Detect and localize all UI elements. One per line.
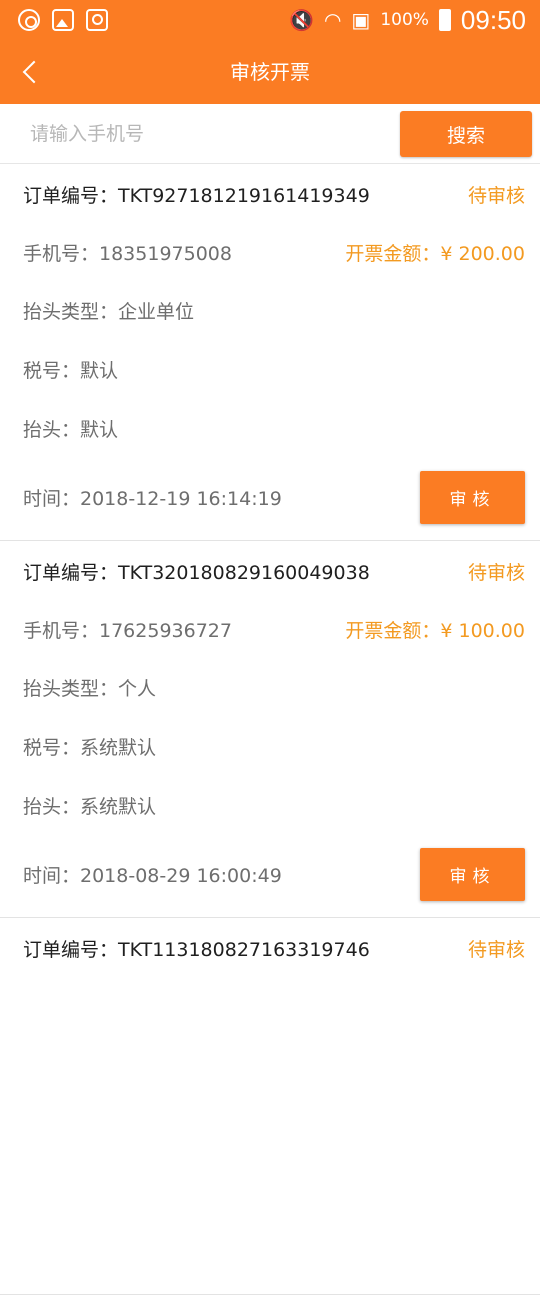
phone-row: 手机号：17625936727 开票金额：¥ 100.00: [23, 613, 525, 645]
search-bar: 搜索: [0, 104, 540, 164]
title-type: 抬头类型：个人: [23, 677, 157, 700]
tax-number: 税号：系统默认: [23, 736, 157, 759]
invoice-title: 抬头：系统默认: [23, 795, 157, 818]
order-card: 订单编号：TKT113180827163319746 待审核: [0, 918, 540, 1295]
title-type-row: 抬头类型：个人: [23, 671, 525, 703]
order-number: 订单编号：TKT927181219161419349: [23, 184, 370, 207]
order-number: 订单编号：TKT113180827163319746: [23, 938, 370, 961]
wifi-icon: ◠: [323, 8, 342, 32]
order-card: 订单编号：TKT927181219161419349 待审核 手机号：18351…: [0, 164, 540, 541]
phone-search-input[interactable]: [14, 112, 384, 156]
invoice-title-row: 抬头：默认: [23, 412, 525, 444]
invoice-title: 抬头：默认: [23, 418, 119, 441]
tax-number-row: 税号：系统默认: [23, 730, 525, 762]
order-number-row: 订单编号：TKT320180829160049038 待审核: [23, 555, 525, 587]
order-card: 订单编号：TKT320180829160049038 待审核 手机号：17625…: [0, 541, 540, 918]
sim-icon: ▣: [351, 8, 371, 32]
search-button[interactable]: 搜索: [400, 111, 532, 157]
tax-number: 税号：默认: [23, 359, 119, 382]
phone-number: 手机号：17625936727: [23, 619, 232, 642]
title-type-row: 抬头类型：企业单位: [23, 294, 525, 326]
search-square-icon: [86, 9, 108, 31]
invoice-title-row: 抬头：系统默认: [23, 789, 525, 821]
battery-percent: 100%: [380, 10, 429, 30]
invoice-amount: 开票金额：¥ 200.00: [345, 242, 525, 265]
invoice-amount: 开票金额：¥ 100.00: [345, 619, 525, 642]
order-time: 时间：2018-08-29 16:00:49: [23, 864, 282, 887]
at-circle-icon: [18, 9, 40, 31]
title-type: 抬头类型：企业单位: [23, 300, 195, 323]
phone-row: 手机号：18351975008 开票金额：¥ 200.00: [23, 236, 525, 268]
order-number-row: 订单编号：TKT927181219161419349 待审核: [23, 178, 525, 210]
phone-number: 手机号：18351975008: [23, 242, 232, 265]
order-time: 时间：2018-12-19 16:14:19: [23, 487, 282, 510]
page-title: 审核开票: [230, 60, 310, 84]
status-badge: 待审核: [467, 561, 525, 584]
order-list: 订单编号：TKT927181219161419349 待审核 手机号：18351…: [0, 164, 540, 1295]
order-number: 订单编号：TKT320180829160049038: [23, 561, 370, 584]
audit-button[interactable]: 审核: [420, 471, 525, 524]
status-badge: 待审核: [467, 938, 525, 961]
status-badge: 待审核: [467, 184, 525, 207]
order-number-row: 订单编号：TKT113180827163319746 待审核: [23, 932, 525, 964]
battery-icon: [438, 9, 451, 31]
gallery-icon: [52, 9, 74, 31]
status-bar: 🔇 ◠ ▣ 100% 09:50: [0, 0, 540, 40]
clock: 09:50: [460, 4, 526, 35]
audit-button[interactable]: 审核: [420, 848, 525, 901]
tax-number-row: 税号：默认: [23, 353, 525, 385]
header-bar: 审核开票: [0, 40, 540, 104]
mute-icon: 🔇: [289, 8, 314, 32]
